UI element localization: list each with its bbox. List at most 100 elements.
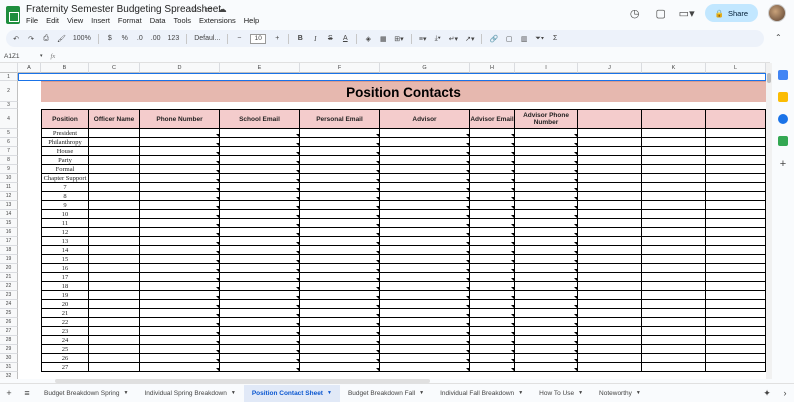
position-cell[interactable]: 17 xyxy=(41,273,89,282)
table-cell[interactable] xyxy=(515,282,578,291)
merge-cells-icon[interactable]: ⊞▾ xyxy=(394,33,403,45)
table-cell[interactable] xyxy=(578,228,642,237)
table-cell[interactable] xyxy=(470,174,515,183)
row-header[interactable]: 5 xyxy=(0,129,18,138)
spreadsheet-grid[interactable]: Position Contacts ABCDEFGHIJKL1234567891… xyxy=(0,63,766,379)
table-cell[interactable] xyxy=(706,237,766,246)
table-cell[interactable] xyxy=(140,318,220,327)
table-cell[interactable] xyxy=(220,219,300,228)
position-cell[interactable]: 9 xyxy=(41,201,89,210)
table-cell[interactable] xyxy=(380,363,470,372)
table-cell[interactable] xyxy=(89,363,140,372)
borders-icon[interactable]: ▦ xyxy=(379,33,387,45)
table-cell[interactable] xyxy=(470,201,515,210)
table-cell[interactable] xyxy=(89,318,140,327)
table-cell[interactable] xyxy=(380,300,470,309)
table-cell[interactable] xyxy=(89,201,140,210)
table-cell[interactable] xyxy=(140,327,220,336)
table-cell[interactable] xyxy=(380,345,470,354)
percent-format-button[interactable]: % xyxy=(121,33,129,45)
table-cell[interactable] xyxy=(515,345,578,354)
position-cell[interactable]: 16 xyxy=(41,264,89,273)
table-cell[interactable] xyxy=(470,129,515,138)
table-cell[interactable] xyxy=(380,156,470,165)
row-header[interactable]: 9 xyxy=(0,165,18,174)
table-cell[interactable] xyxy=(642,165,706,174)
table-cell[interactable] xyxy=(220,363,300,372)
fill-color-icon[interactable]: ◈ xyxy=(364,33,372,45)
table-cell[interactable] xyxy=(470,318,515,327)
menu-tools[interactable]: Tools xyxy=(174,16,192,25)
table-cell[interactable] xyxy=(642,327,706,336)
text-wrap-icon[interactable]: ↵▾ xyxy=(449,33,458,45)
table-cell[interactable] xyxy=(470,192,515,201)
row-header[interactable]: 25 xyxy=(0,309,18,318)
table-cell[interactable] xyxy=(140,174,220,183)
font-select[interactable]: Defaul... xyxy=(194,33,220,45)
table-cell[interactable] xyxy=(140,183,220,192)
table-cell[interactable] xyxy=(300,291,380,300)
table-cell[interactable] xyxy=(89,282,140,291)
table-header-cell[interactable]: Position xyxy=(41,109,89,129)
table-cell[interactable] xyxy=(89,300,140,309)
table-cell[interactable] xyxy=(300,192,380,201)
table-cell[interactable] xyxy=(140,219,220,228)
table-cell[interactable] xyxy=(380,327,470,336)
table-cell[interactable] xyxy=(220,273,300,282)
table-cell[interactable] xyxy=(140,165,220,174)
horizontal-align-icon[interactable]: ≡▾ xyxy=(419,33,427,45)
font-size-decrease[interactable]: − xyxy=(235,33,243,45)
row-header[interactable]: 11 xyxy=(0,183,18,192)
table-cell[interactable] xyxy=(220,255,300,264)
table-cell[interactable] xyxy=(706,327,766,336)
position-cell[interactable]: 26 xyxy=(41,354,89,363)
add-sheet-icon[interactable]: + xyxy=(0,388,18,398)
table-cell[interactable] xyxy=(140,147,220,156)
table-cell[interactable] xyxy=(470,246,515,255)
column-header[interactable]: D xyxy=(140,63,220,73)
row-header[interactable]: 16 xyxy=(0,228,18,237)
table-cell[interactable] xyxy=(300,138,380,147)
table-cell[interactable] xyxy=(578,318,642,327)
table-cell[interactable] xyxy=(706,354,766,363)
maps-icon[interactable] xyxy=(778,136,788,146)
table-cell[interactable] xyxy=(380,165,470,174)
table-cell[interactable] xyxy=(470,219,515,228)
row-header[interactable]: 13 xyxy=(0,201,18,210)
table-cell[interactable] xyxy=(89,210,140,219)
insert-link-icon[interactable]: 🔗 xyxy=(489,33,498,45)
table-cell[interactable] xyxy=(220,210,300,219)
table-cell[interactable] xyxy=(380,246,470,255)
table-cell[interactable] xyxy=(140,246,220,255)
collapse-panel-icon[interactable]: › xyxy=(776,388,794,398)
table-cell[interactable] xyxy=(220,327,300,336)
table-cell[interactable] xyxy=(300,246,380,255)
table-cell[interactable] xyxy=(89,291,140,300)
table-cell[interactable] xyxy=(515,129,578,138)
column-header[interactable]: K xyxy=(642,63,706,73)
zoom-select[interactable]: 100% xyxy=(73,33,91,45)
comments-icon[interactable]: ▢ xyxy=(653,5,669,21)
currency-format-button[interactable]: $ xyxy=(106,33,114,45)
table-cell[interactable] xyxy=(140,156,220,165)
table-cell[interactable] xyxy=(300,336,380,345)
table-cell[interactable] xyxy=(578,309,642,318)
cloud-status-icon[interactable]: ☁ xyxy=(218,4,227,15)
menu-help[interactable]: Help xyxy=(244,16,259,25)
table-cell[interactable] xyxy=(140,354,220,363)
table-cell[interactable] xyxy=(220,318,300,327)
table-cell[interactable] xyxy=(470,273,515,282)
table-cell[interactable] xyxy=(642,210,706,219)
row-header[interactable]: 6 xyxy=(0,138,18,147)
table-cell[interactable] xyxy=(578,147,642,156)
table-cell[interactable] xyxy=(300,354,380,363)
table-cell[interactable] xyxy=(578,354,642,363)
table-cell[interactable] xyxy=(140,336,220,345)
table-cell[interactable] xyxy=(380,138,470,147)
table-cell[interactable] xyxy=(220,336,300,345)
table-cell[interactable] xyxy=(642,246,706,255)
row-header[interactable]: 3 xyxy=(0,102,18,109)
position-cell[interactable]: 23 xyxy=(41,327,89,336)
vertical-scroll-thumb[interactable] xyxy=(767,73,771,83)
table-cell[interactable] xyxy=(140,237,220,246)
